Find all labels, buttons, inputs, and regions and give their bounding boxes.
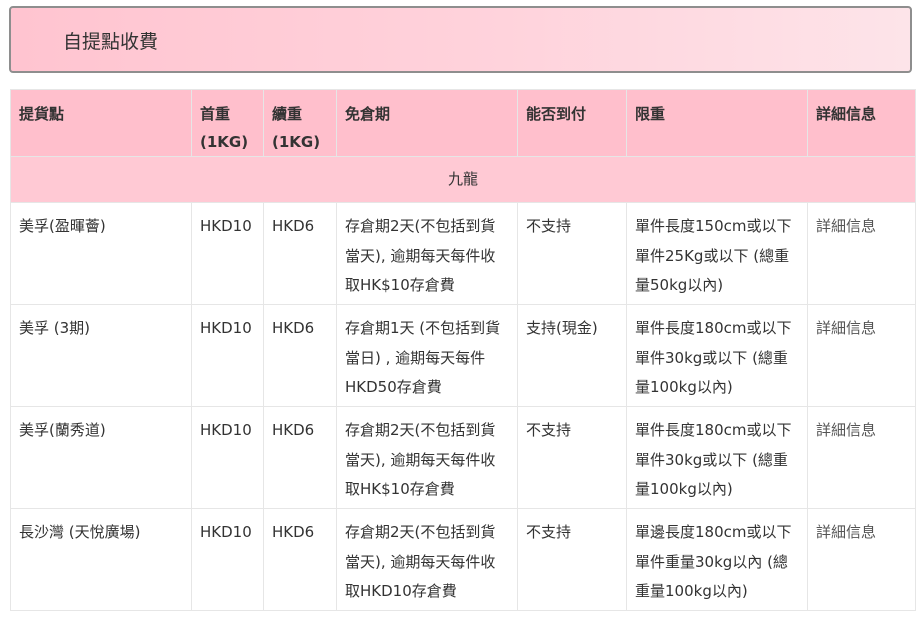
cell-location: 美孚(蘭秀道) <box>10 406 192 509</box>
column-header-cod: 能否到付 <box>517 89 627 157</box>
column-header-extra-weight: 續重 (1KG) <box>263 89 337 157</box>
page-title: 自提點收費 <box>63 31 159 53</box>
table-row: 美孚 (3期) HKD10 HKD6 存倉期1天 (不包括到貨當日) , 逾期每… <box>10 304 916 407</box>
region-row: 九龍 <box>10 156 916 203</box>
column-header-free-storage: 免倉期 <box>336 89 518 157</box>
cell-weight-limit: 單邊長度180cm或以下單件重量30kg以內 (總重量100kg以內) <box>626 508 808 611</box>
cell-weight-limit: 單件長度150cm或以下單件25Kg或以下 (總重量50kg以內) <box>626 202 808 305</box>
cell-free-storage: 存倉期1天 (不包括到貨當日) , 逾期每天每件HKD50存倉費 <box>336 304 518 407</box>
cell-extra-weight: HKD6 <box>263 406 337 509</box>
details-link[interactable]: 詳細信息 <box>816 217 876 235</box>
table-row: 美孚(蘭秀道) HKD10 HKD6 存倉期2天(不包括到貨當天), 逾期每天每… <box>10 406 916 509</box>
cell-cod: 不支持 <box>517 406 627 509</box>
cell-location: 美孚(盈暉薈) <box>10 202 192 305</box>
cell-first-weight: HKD10 <box>191 508 264 611</box>
details-link[interactable]: 詳細信息 <box>816 421 876 439</box>
column-header-weight-limit: 限重 <box>626 89 808 157</box>
details-link[interactable]: 詳細信息 <box>816 523 876 541</box>
title-banner: 自提點收費 <box>9 6 912 73</box>
cell-details: 詳細信息 <box>807 304 916 407</box>
region-label: 九龍 <box>10 156 916 203</box>
cell-cod: 支持(現金) <box>517 304 627 407</box>
cell-cod: 不支持 <box>517 508 627 611</box>
table-row: 長沙灣 (天悅廣場) HKD10 HKD6 存倉期2天(不包括到貨當天), 逾期… <box>10 508 916 611</box>
cell-first-weight: HKD10 <box>191 202 264 305</box>
cell-details: 詳細信息 <box>807 202 916 305</box>
column-header-details: 詳細信息 <box>807 89 916 157</box>
details-link[interactable]: 詳細信息 <box>816 319 876 337</box>
cell-location: 長沙灣 (天悅廣場) <box>10 508 192 611</box>
cell-free-storage: 存倉期2天(不包括到貨當天), 逾期每天每件收取HK$10存倉費 <box>336 202 518 305</box>
cell-first-weight: HKD10 <box>191 406 264 509</box>
cell-extra-weight: HKD6 <box>263 508 337 611</box>
cell-extra-weight: HKD6 <box>263 202 337 305</box>
cell-free-storage: 存倉期2天(不包括到貨當天), 逾期每天每件收取HK$10存倉費 <box>336 406 518 509</box>
cell-location: 美孚 (3期) <box>10 304 192 407</box>
cell-cod: 不支持 <box>517 202 627 305</box>
cell-free-storage: 存倉期2天(不包括到貨當天), 逾期每天每件收取HKD10存倉費 <box>336 508 518 611</box>
cell-weight-limit: 單件長度180cm或以下單件30kg或以下 (總重量100kg以內) <box>626 304 808 407</box>
column-header-location: 提貨點 <box>10 89 192 157</box>
column-header-first-weight: 首重 (1KG) <box>191 89 264 157</box>
cell-details: 詳細信息 <box>807 508 916 611</box>
pickup-fee-table: 提貨點 首重 (1KG) 續重 (1KG) 免倉期 能否到付 限重 詳細信息 九… <box>10 89 916 611</box>
cell-weight-limit: 單件長度180cm或以下單件30kg或以下 (總重量100kg以內) <box>626 406 808 509</box>
table-row: 美孚(盈暉薈) HKD10 HKD6 存倉期2天(不包括到貨當天), 逾期每天每… <box>10 202 916 305</box>
table-header-row: 提貨點 首重 (1KG) 續重 (1KG) 免倉期 能否到付 限重 詳細信息 <box>10 89 916 157</box>
page: 自提點收費 提貨點 首重 (1KG) 續重 (1KG) 免倉期 能否到付 限重 … <box>0 0 923 623</box>
cell-extra-weight: HKD6 <box>263 304 337 407</box>
cell-details: 詳細信息 <box>807 406 916 509</box>
cell-first-weight: HKD10 <box>191 304 264 407</box>
